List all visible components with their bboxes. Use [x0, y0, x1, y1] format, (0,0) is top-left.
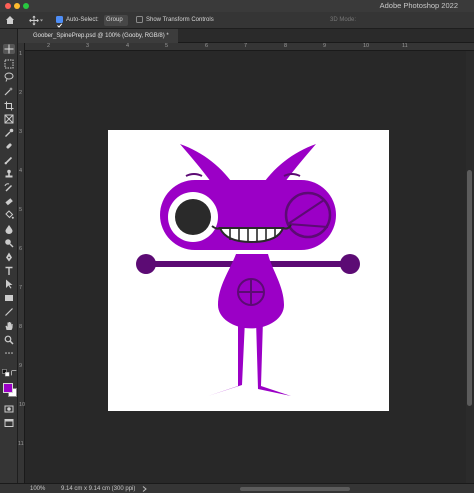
auto-select-target-dropdown[interactable]: Group: [104, 15, 128, 26]
vertical-scrollbar-thumb[interactable]: [467, 170, 472, 406]
eraser-tool-icon[interactable]: [3, 197, 15, 207]
screen-mode-icon[interactable]: [3, 418, 15, 428]
left-eye-pupil: [175, 199, 211, 235]
ruler-label: 3: [86, 43, 90, 49]
right-eyebrow: [283, 173, 301, 177]
ruler-label: 9: [323, 43, 327, 49]
document-tab[interactable]: Goober_SpinePrep.psd @ 100% (Gooby, RGB/…: [18, 29, 178, 43]
show-transform-controls-checkbox[interactable]: [136, 16, 143, 23]
move-tool-options-icon[interactable]: [29, 15, 43, 26]
lasso-tool-icon[interactable]: [3, 72, 15, 82]
ruler-label: 10: [363, 43, 370, 49]
auto-select-checkbox[interactable]: [56, 16, 63, 28]
default-colors-icon[interactable]: [2, 369, 10, 377]
ruler-label: 7: [244, 43, 248, 49]
blur-tool-icon[interactable]: [3, 224, 15, 234]
status-bar: 100% 9.14 cm x 9.14 cm (300 ppi): [0, 483, 474, 493]
left-eyebrow: [185, 173, 203, 177]
document-size-info: 9.14 cm x 9.14 cm (300 ppi): [61, 486, 136, 492]
magic-wand-tool-icon[interactable]: [3, 86, 15, 96]
document-canvas[interactable]: [108, 130, 389, 411]
zoom-level[interactable]: 100%: [30, 485, 45, 493]
canvas-workspace[interactable]: [25, 51, 466, 483]
zoom-tool-icon[interactable]: [3, 335, 15, 345]
foreground-color-swatch[interactable]: [3, 383, 13, 393]
minimize-window-button[interactable]: [14, 3, 20, 9]
more-tools-icon[interactable]: [3, 348, 15, 358]
ruler-label: 8: [19, 324, 23, 330]
move-tool-icon[interactable]: [3, 44, 15, 54]
ruler-label: 3: [19, 129, 23, 135]
ruler-label: 5: [19, 207, 23, 213]
options-bar: Auto-Select: Group Show Transform Contro…: [0, 12, 474, 29]
tools-panel: [0, 29, 18, 483]
show-transform-controls-label: Show Transform Controls: [146, 17, 214, 23]
history-brush-tool-icon[interactable]: [3, 183, 15, 193]
ruler-label: 6: [19, 246, 23, 252]
pen-tool-icon[interactable]: [3, 252, 15, 262]
title-bar: Adobe Photoshop 2022: [0, 0, 474, 12]
vertical-ruler[interactable]: 1 2 3 4 5 6 7 8 9 10 11: [18, 43, 25, 483]
crop-tool-icon[interactable]: [3, 101, 15, 111]
type-tool-icon[interactable]: [3, 266, 15, 276]
ruler-label: 1: [19, 51, 23, 57]
ruler-label: 7: [19, 285, 23, 291]
clone-stamp-tool-icon[interactable]: [3, 169, 15, 179]
eyedropper-tool-icon[interactable]: [3, 128, 15, 138]
ruler-label: 2: [19, 90, 23, 96]
ruler-label: 2: [47, 43, 51, 49]
chevron-right-icon[interactable]: [142, 486, 147, 492]
ruler-label: 4: [19, 168, 23, 174]
healing-brush-tool-icon[interactable]: [3, 141, 15, 151]
ruler-label: 5: [165, 43, 169, 49]
photoshop-window: Adobe Photoshop 2022 Auto-Select: Group …: [0, 0, 474, 493]
path-selection-tool-icon[interactable]: [3, 279, 15, 289]
brush-tool-icon[interactable]: [3, 155, 15, 165]
close-window-button[interactable]: [5, 3, 11, 9]
horizontal-ruler[interactable]: 2 3 4 5 6 7 8 9 10 11: [25, 43, 474, 51]
right-leg: [256, 320, 291, 396]
ruler-label: 4: [126, 43, 130, 49]
app-title: Adobe Photoshop 2022: [379, 1, 458, 10]
left-leg: [208, 320, 245, 396]
horizontal-scrollbar-thumb[interactable]: [240, 487, 350, 491]
dodge-tool-icon[interactable]: [3, 238, 15, 248]
swap-colors-icon[interactable]: [10, 369, 18, 377]
gooby-character-artwork: [136, 144, 360, 396]
line-tool-icon[interactable]: [3, 307, 15, 317]
rectangle-tool-icon[interactable]: [3, 293, 15, 303]
3d-mode-label: 3D Mode:: [330, 17, 357, 23]
auto-select-target-value: Group: [106, 17, 123, 23]
auto-select-label: Auto-Select:: [66, 17, 99, 23]
marquee-tool-icon[interactable]: [3, 59, 15, 69]
right-hand: [340, 254, 360, 274]
home-icon[interactable]: [5, 15, 17, 26]
vertical-scrollbar[interactable]: [466, 51, 474, 483]
ruler-label: 11: [402, 43, 408, 49]
frame-tool-icon[interactable]: [3, 114, 15, 124]
ruler-label: 6: [205, 43, 209, 49]
ruler-label: 8: [284, 43, 288, 49]
document-tab-title: Goober_SpinePrep.psd @ 100% (Gooby, RGB/…: [33, 33, 169, 39]
ruler-label: 9: [19, 363, 23, 369]
paint-bucket-tool-icon[interactable]: [3, 210, 15, 220]
ruler-label: 11: [18, 441, 24, 447]
quick-mask-icon[interactable]: [3, 404, 15, 414]
left-hand: [136, 254, 156, 274]
maximize-window-button[interactable]: [23, 3, 29, 9]
hand-tool-icon[interactable]: [3, 321, 15, 331]
document-tab-bar: Goober_SpinePrep.psd @ 100% (Gooby, RGB/…: [18, 29, 474, 43]
